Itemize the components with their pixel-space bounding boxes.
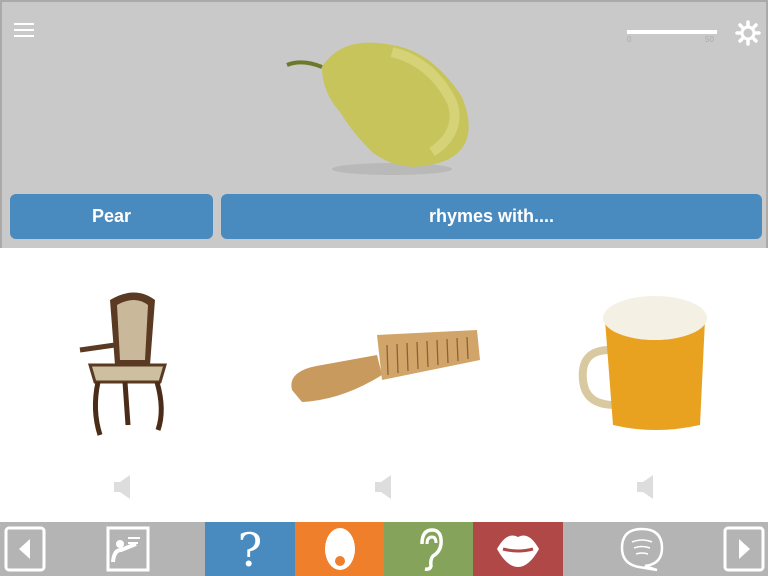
speaker-icon[interactable] [635,474,657,500]
gear-icon[interactable] [735,20,761,46]
arrow-left-icon [4,526,46,572]
progress-min: 0 [627,35,632,44]
progress-bar [627,30,717,34]
beer-image [578,296,707,430]
lips-icon [497,535,539,567]
menu-icon[interactable] [14,20,34,40]
next-button[interactable] [720,522,768,576]
speech-button[interactable] [563,522,720,576]
question-button[interactable]: ? [205,522,295,576]
word-button[interactable]: Pear [10,194,213,239]
egg-icon [324,528,355,570]
question-mark-icon: ? [238,526,263,572]
bottom-toolbar: ? [0,522,768,576]
lips-button[interactable] [473,522,563,576]
ear-icon [419,528,443,571]
choice-beer[interactable] [545,280,745,450]
chair-image [79,292,168,436]
speech-bubble-icon [620,527,663,572]
choice-chair[interactable] [25,280,225,450]
prompt-panel: 0 50 Pear rhymes with.... [0,0,768,248]
egg-button[interactable] [295,522,384,576]
instruction-button[interactable]: rhymes with.... [221,194,762,239]
progress-max: 50 [705,35,714,44]
previous-button[interactable] [0,522,50,576]
arrow-right-icon [723,526,765,572]
comb-image [291,330,480,402]
video-lesson-button[interactable] [50,522,205,576]
pear-image [286,42,469,175]
svg-text:?: ? [238,526,263,572]
teacher-board-icon [106,526,149,572]
choice-comb[interactable] [282,280,482,450]
speaker-icon[interactable] [373,474,395,500]
speaker-icon[interactable] [112,474,134,500]
ear-button[interactable] [384,522,473,576]
